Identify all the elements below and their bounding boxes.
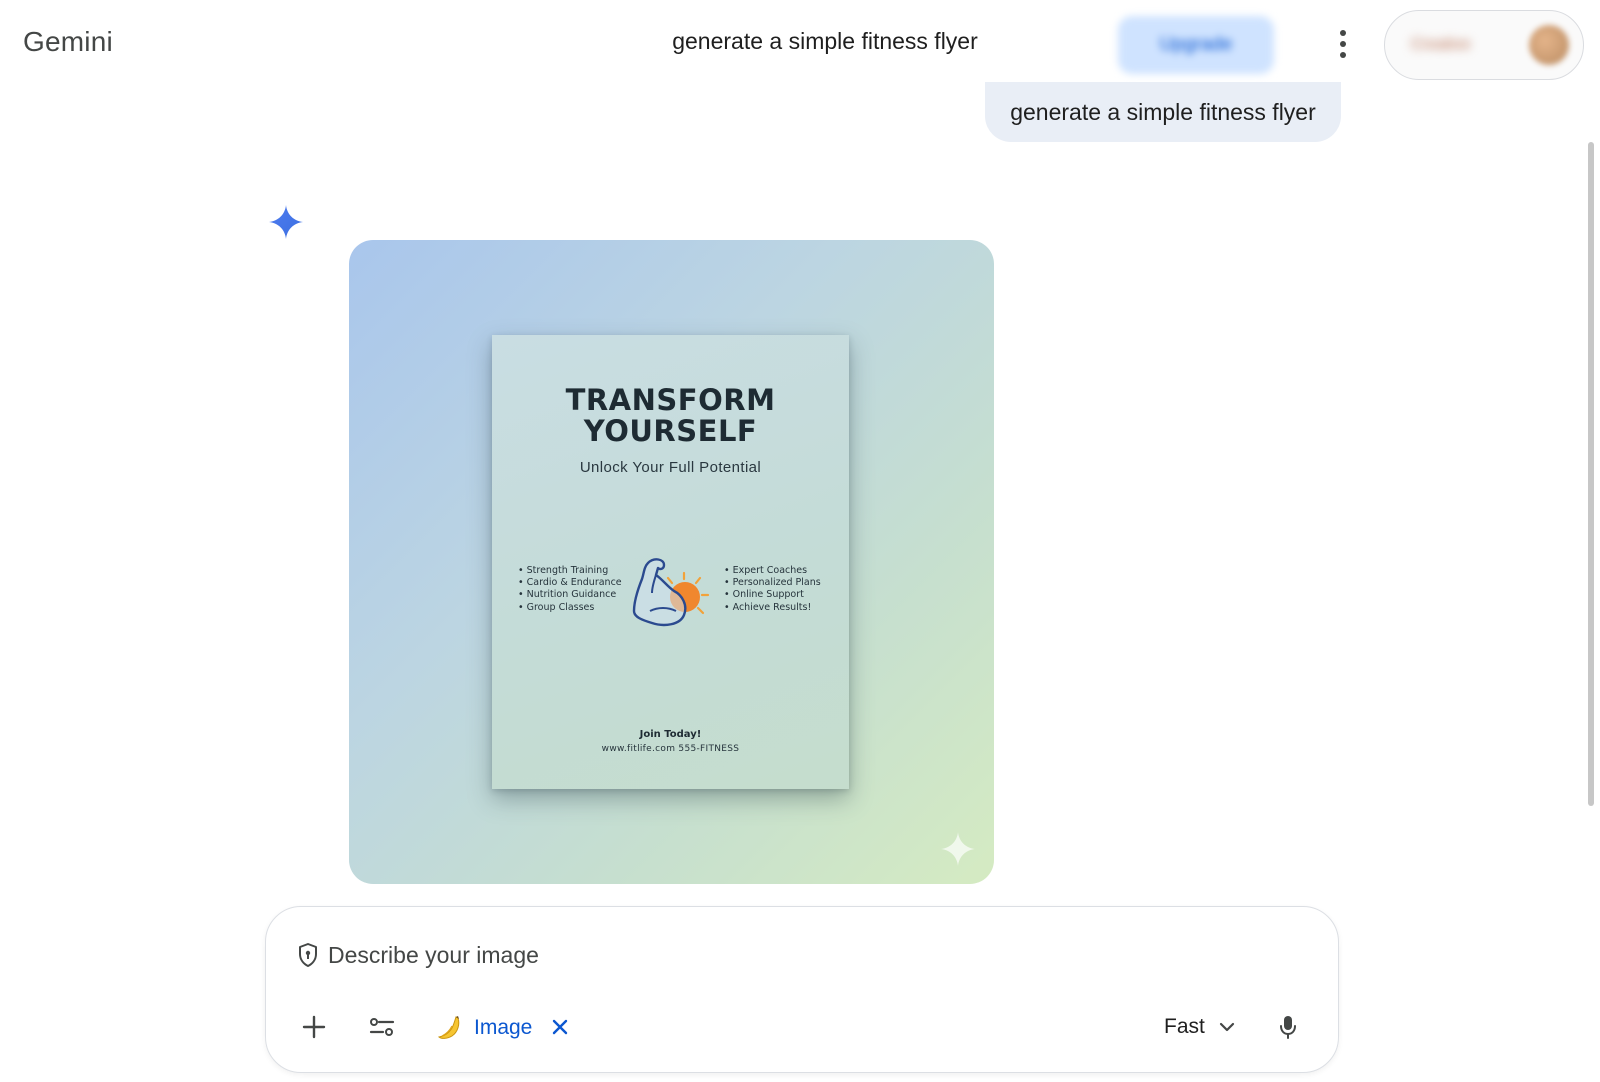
list-item: Personalized Plans — [724, 577, 821, 589]
list-item: Group Classes — [518, 602, 622, 614]
list-item: Nutrition Guidance — [518, 589, 622, 601]
generated-image[interactable]: TRANSFORM YOURSELF Unlock Your Full Pote… — [349, 240, 994, 884]
app-brand[interactable]: Gemini — [23, 26, 113, 58]
gemini-spark-icon — [269, 205, 303, 239]
flyer-subtitle: Unlock Your Full Potential — [579, 459, 762, 476]
add-attachment-button[interactable] — [292, 1005, 336, 1049]
list-item: Expert Coaches — [724, 565, 821, 577]
user-prompt-bubble: generate a simple fitness flyer — [985, 82, 1341, 142]
flyer-cta: Join Today! — [639, 729, 702, 740]
feature-list-left: Strength Training Cardio & Endurance Nut… — [518, 565, 622, 614]
tools-button[interactable] — [360, 1005, 404, 1049]
banana-icon — [437, 1016, 460, 1039]
chevron-down-icon — [1219, 1022, 1234, 1032]
scrollbar[interactable] — [1588, 142, 1594, 806]
avatar[interactable] — [1529, 25, 1569, 65]
gemini-app: Gemini generate a simple fitness flyer U… — [0, 0, 1600, 1082]
list-item: Achieve Results! — [724, 602, 821, 614]
mode-label: Fast — [1164, 1015, 1205, 1038]
account-name: Creative — [1411, 36, 1471, 53]
remove-image-tool-button[interactable] — [546, 1013, 574, 1041]
close-icon — [552, 1019, 568, 1035]
tune-icon — [369, 1018, 395, 1036]
image-tool-chip[interactable]: Image — [436, 1007, 532, 1049]
flyer-title: TRANSFORM YOURSELF — [492, 385, 849, 447]
more-vert-icon[interactable] — [1328, 24, 1358, 64]
upgrade-button[interactable]: Upgrade — [1118, 16, 1274, 74]
model-mode-select[interactable]: Fast — [1158, 1007, 1258, 1047]
list-item: Strength Training — [518, 565, 622, 577]
prompt-composer: Image Fast — [265, 906, 1339, 1073]
flyer-contact: www.fitlife.com 555-FITNESS — [601, 744, 740, 754]
flyer-title-line-1: TRANSFORM — [565, 383, 776, 417]
prompt-input[interactable] — [328, 935, 1228, 975]
account-switcher[interactable]: Creative — [1384, 10, 1584, 80]
flyer-title-line-2: YOURSELF — [583, 414, 758, 448]
feature-list-right: Expert Coaches Personalized Plans Online… — [724, 565, 821, 614]
image-chip-label: Image — [474, 1016, 533, 1039]
conversation-title[interactable]: generate a simple fitness flyer — [600, 28, 1050, 55]
watermark-spark-icon — [941, 832, 975, 866]
fitness-flyer: TRANSFORM YOURSELF Unlock Your Full Pote… — [492, 335, 849, 789]
list-item: Cardio & Endurance — [518, 577, 622, 589]
list-item: Online Support — [724, 589, 821, 601]
microphone-button[interactable] — [1266, 1005, 1310, 1049]
plus-icon — [302, 1015, 326, 1039]
flexed-arm-sun-icon — [632, 558, 710, 627]
mic-icon — [1280, 1016, 1296, 1039]
shield-icon — [299, 943, 317, 967]
